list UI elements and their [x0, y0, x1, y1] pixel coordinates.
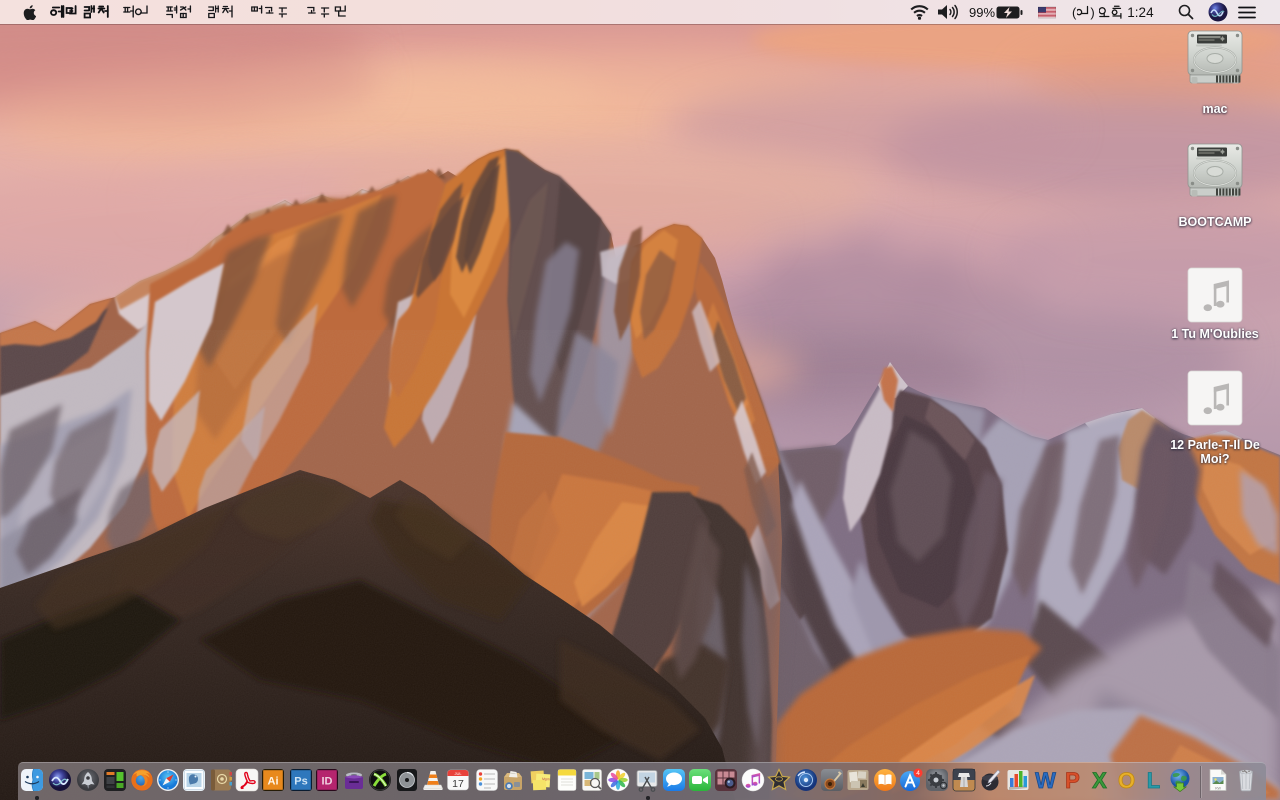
svg-text:ID: ID — [322, 776, 333, 788]
svg-text:O: O — [1118, 768, 1135, 792]
svg-text:W: W — [1035, 768, 1056, 792]
svg-text:X: X — [1092, 768, 1107, 792]
svg-text:JUL: JUL — [454, 771, 462, 776]
svg-text:Mgm: Mgm — [542, 777, 550, 781]
svg-text:4: 4 — [916, 770, 920, 777]
svg-text:L: L — [1147, 768, 1160, 792]
svg-text:RW: RW — [1215, 787, 1221, 791]
svg-text:17: 17 — [452, 778, 464, 790]
svg-text:P: P — [1065, 768, 1080, 792]
svg-text:Ai: Ai — [268, 776, 279, 788]
svg-text:Ps: Ps — [294, 776, 307, 788]
